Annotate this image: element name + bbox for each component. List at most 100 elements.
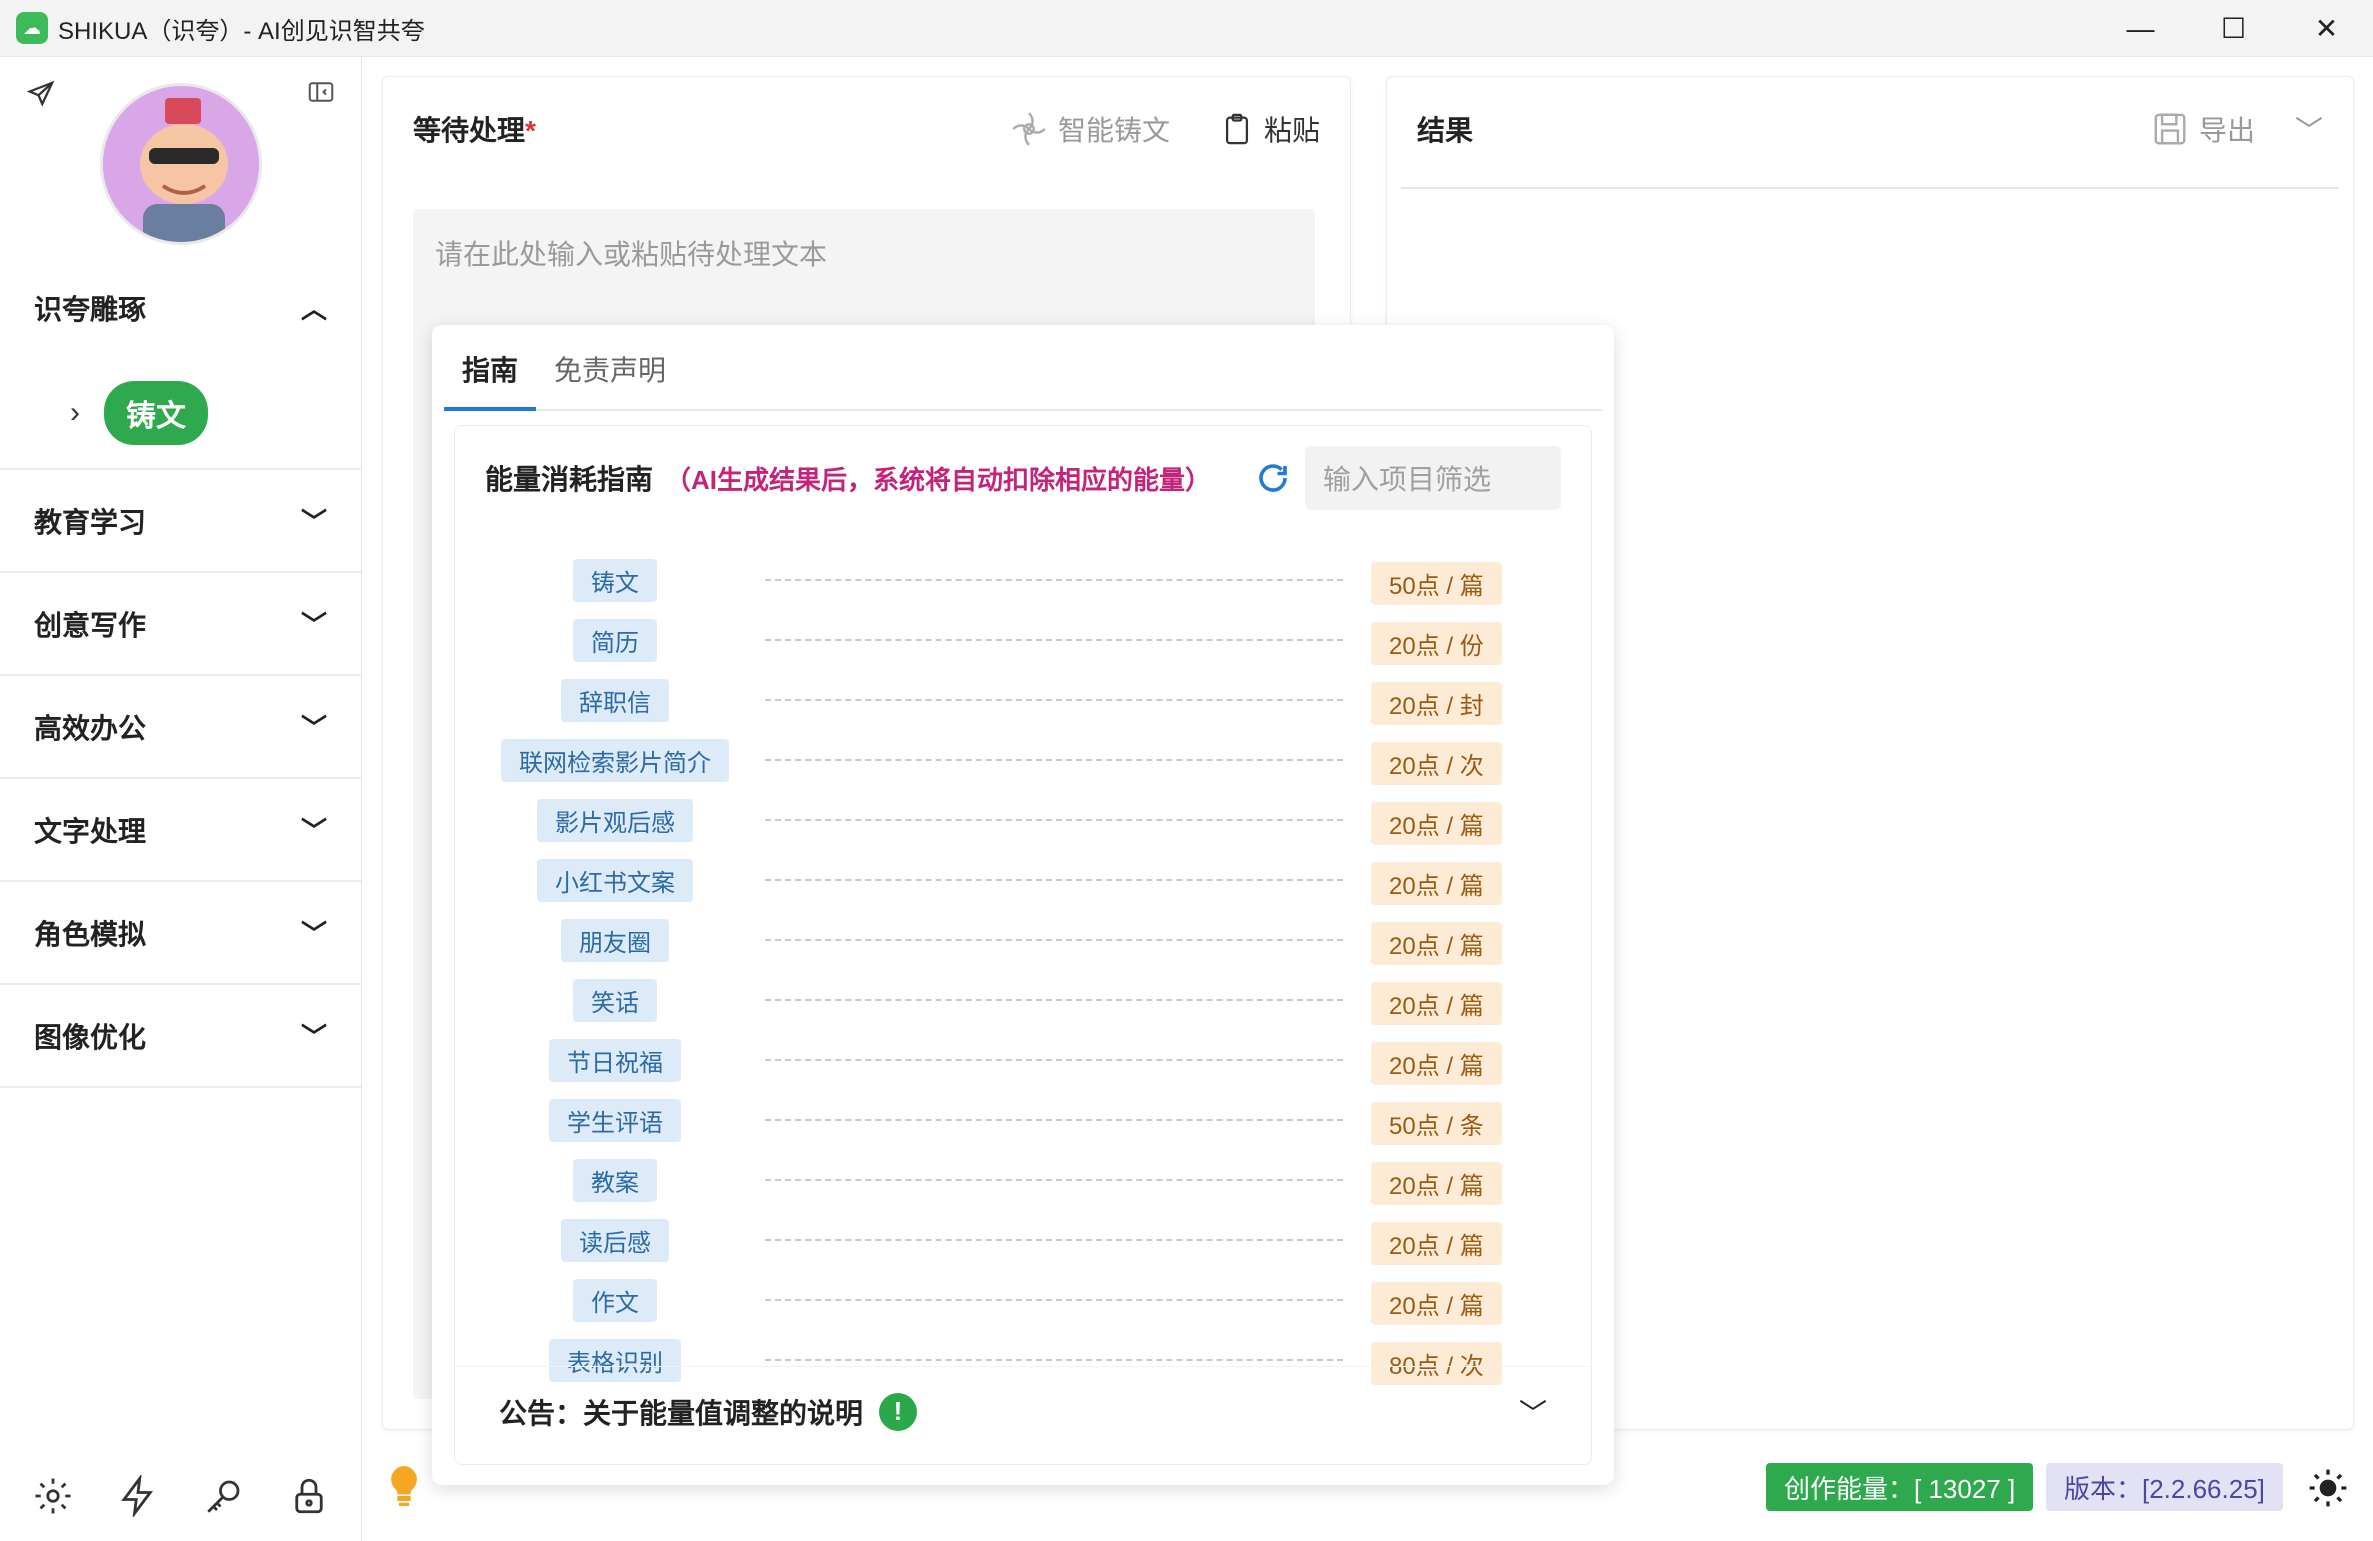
item-name-tag: 读后感	[561, 1218, 669, 1262]
tab-disclaimer[interactable]: 免责声明	[536, 349, 684, 409]
menu-group-roleplay: 角色模拟 ﹀	[0, 882, 361, 985]
ai-spark-icon	[1012, 112, 1046, 146]
row-name-wrap: 笑话	[455, 970, 775, 1030]
row-name-wrap: 铸文	[455, 550, 775, 610]
row-name-wrap: 小红书文案	[455, 850, 775, 910]
popover-tabs: 指南 免责声明	[444, 325, 1602, 411]
row-name-wrap: 教案	[455, 1150, 775, 1210]
menu-group-image: 图像优化 ﹀	[0, 985, 361, 1088]
row-name-wrap: 影片观后感	[455, 790, 775, 850]
input-panel-title: 等待处理*	[413, 109, 536, 149]
menu-head-shikua[interactable]: 识夸雕琢 ︿	[0, 257, 361, 358]
energy-guide-card: 能量消耗指南 （AI生成结果后，系统将自动扣除相应的能量） 输入项目筛选 铸文 5…	[454, 425, 1592, 1465]
close-button[interactable]: ✕	[2280, 0, 2373, 57]
export-button[interactable]: 导出 ﹀	[2151, 109, 2323, 149]
item-cost-tag: 20点 / 篇	[1371, 1162, 1502, 1205]
menu-label: 识夸雕琢	[34, 293, 147, 325]
row-name-wrap: 节日祝福	[455, 1030, 775, 1090]
chevron-down-icon[interactable]: ﹀	[1519, 1392, 1547, 1432]
alert-icon: !	[879, 1392, 918, 1431]
row-name-wrap: 学生评语	[455, 1090, 775, 1150]
minimize-button[interactable]: —	[2094, 0, 2187, 57]
table-row: 教案 20点 / 篇	[455, 1150, 1593, 1210]
maximize-button[interactable]: ☐	[2187, 0, 2280, 57]
notice-text: 公告：关于能量值调整的说明	[499, 1397, 864, 1429]
menu-head-image[interactable]: 图像优化 ﹀	[0, 985, 361, 1086]
paste-label: 粘贴	[1263, 115, 1320, 146]
chevron-right-icon: ›	[70, 396, 80, 429]
lock-icon[interactable]	[288, 1475, 330, 1517]
result-panel-actions: 导出 ﹀	[2151, 109, 2323, 149]
item-cost-tag: 20点 / 次	[1371, 742, 1502, 785]
dotted-leader	[765, 939, 1343, 941]
dotted-leader	[765, 579, 1343, 581]
menu-head-roleplay[interactable]: 角色模拟 ﹀	[0, 882, 361, 983]
smart-zhuwen-button[interactable]: 智能铸文	[1010, 109, 1170, 149]
item-name-tag: 辞职信	[561, 678, 669, 722]
dotted-leader	[765, 1359, 1343, 1361]
menu-group-text: 文字处理 ﹀	[0, 779, 361, 882]
guide-popover: 指南 免责声明 能量消耗指南 （AI生成结果后，系统将自动扣除相应的能量） 输入…	[432, 325, 1614, 1485]
collapse-sidebar-icon[interactable]	[306, 77, 336, 107]
menu-group-creative: 创意写作 ﹀	[0, 573, 361, 676]
filter-input[interactable]: 输入项目筛选	[1305, 446, 1561, 510]
item-name-tag: 影片观后感	[537, 798, 693, 842]
item-cost-tag: 20点 / 篇	[1371, 922, 1502, 965]
key-icon[interactable]	[203, 1475, 245, 1517]
input-title-text: 等待处理	[413, 115, 526, 146]
energy-badge: 创作能量：[ 13027 ]	[1766, 1463, 2034, 1511]
avatar[interactable]	[100, 83, 262, 245]
menu-label: 高效办公	[34, 712, 147, 744]
item-name-tag: 联网检索影片简介	[501, 738, 729, 782]
dotted-leader	[765, 999, 1343, 1001]
table-row: 节日祝福 20点 / 篇	[455, 1030, 1593, 1090]
result-panel-title: 结果	[1417, 115, 1474, 146]
menu-head-text[interactable]: 文字处理 ﹀	[0, 779, 361, 880]
sidebar-item-label: 铸文	[104, 381, 208, 445]
chevron-down-icon: ﹀	[300, 507, 327, 537]
menu-head-education[interactable]: 教育学习 ﹀	[0, 470, 361, 571]
item-cost-tag: 20点 / 篇	[1371, 1222, 1502, 1265]
dotted-leader	[765, 759, 1343, 761]
chevron-down-icon: ﹀	[300, 713, 327, 743]
item-name-tag: 铸文	[573, 558, 657, 602]
send-icon[interactable]	[26, 79, 56, 109]
lightning-icon[interactable]	[117, 1475, 159, 1517]
table-row: 小红书文案 20点 / 篇	[455, 850, 1593, 910]
refresh-icon[interactable]	[1255, 460, 1291, 496]
dotted-leader	[765, 879, 1343, 881]
title-bar: ☁ SHIKUA（识夸）- AI创见识智共夸 — ☐ ✕	[0, 0, 2373, 57]
menu-head-creative[interactable]: 创意写作 ﹀	[0, 573, 361, 674]
tab-guide[interactable]: 指南	[444, 349, 537, 411]
item-cost-tag: 20点 / 份	[1371, 622, 1502, 665]
paste-button[interactable]: 粘贴	[1220, 109, 1320, 149]
table-row: 铸文 50点 / 篇	[455, 550, 1593, 610]
row-name-wrap: 辞职信	[455, 670, 775, 730]
dotted-leader	[765, 1059, 1343, 1061]
save-icon	[2154, 113, 2186, 145]
item-name-tag: 笑话	[573, 978, 657, 1022]
sidebar-item-zhuwen[interactable]: › 铸文	[0, 358, 361, 468]
chevron-down-icon: ﹀	[300, 610, 327, 640]
row-name-wrap: 作文	[455, 1270, 775, 1330]
sidebar-header	[0, 57, 361, 257]
item-cost-tag: 20点 / 篇	[1371, 1282, 1502, 1325]
table-row: 辞职信 20点 / 封	[455, 670, 1593, 730]
table-row: 读后感 20点 / 篇	[455, 1210, 1593, 1270]
dotted-leader	[765, 819, 1343, 821]
sun-icon[interactable]	[2308, 1468, 2348, 1508]
notice-bar[interactable]: 公告：关于能量值调整的说明 ! ﹀	[455, 1366, 1591, 1456]
result-panel-header: 结果 导出 ﹀	[1387, 77, 2353, 181]
menu-group-shikua: 识夸雕琢 ︿ › 铸文	[0, 257, 361, 470]
item-cost-tag: 20点 / 封	[1371, 682, 1502, 725]
chevron-down-icon[interactable]: ﹀	[2295, 109, 2323, 149]
bulb-icon[interactable]	[384, 1462, 424, 1510]
energy-guide-note: （AI生成结果后，系统将自动扣除相应的能量）	[665, 464, 1212, 495]
smart-zhuwen-label: 智能铸文	[1057, 115, 1170, 146]
item-name-tag: 教案	[573, 1158, 657, 1202]
menu-head-office[interactable]: 高效办公 ﹀	[0, 676, 361, 777]
menu-group-office: 高效办公 ﹀	[0, 676, 361, 779]
table-row: 联网检索影片简介 20点 / 次	[455, 730, 1593, 790]
settings-icon[interactable]	[32, 1475, 74, 1517]
table-row: 影片观后感 20点 / 篇	[455, 790, 1593, 850]
